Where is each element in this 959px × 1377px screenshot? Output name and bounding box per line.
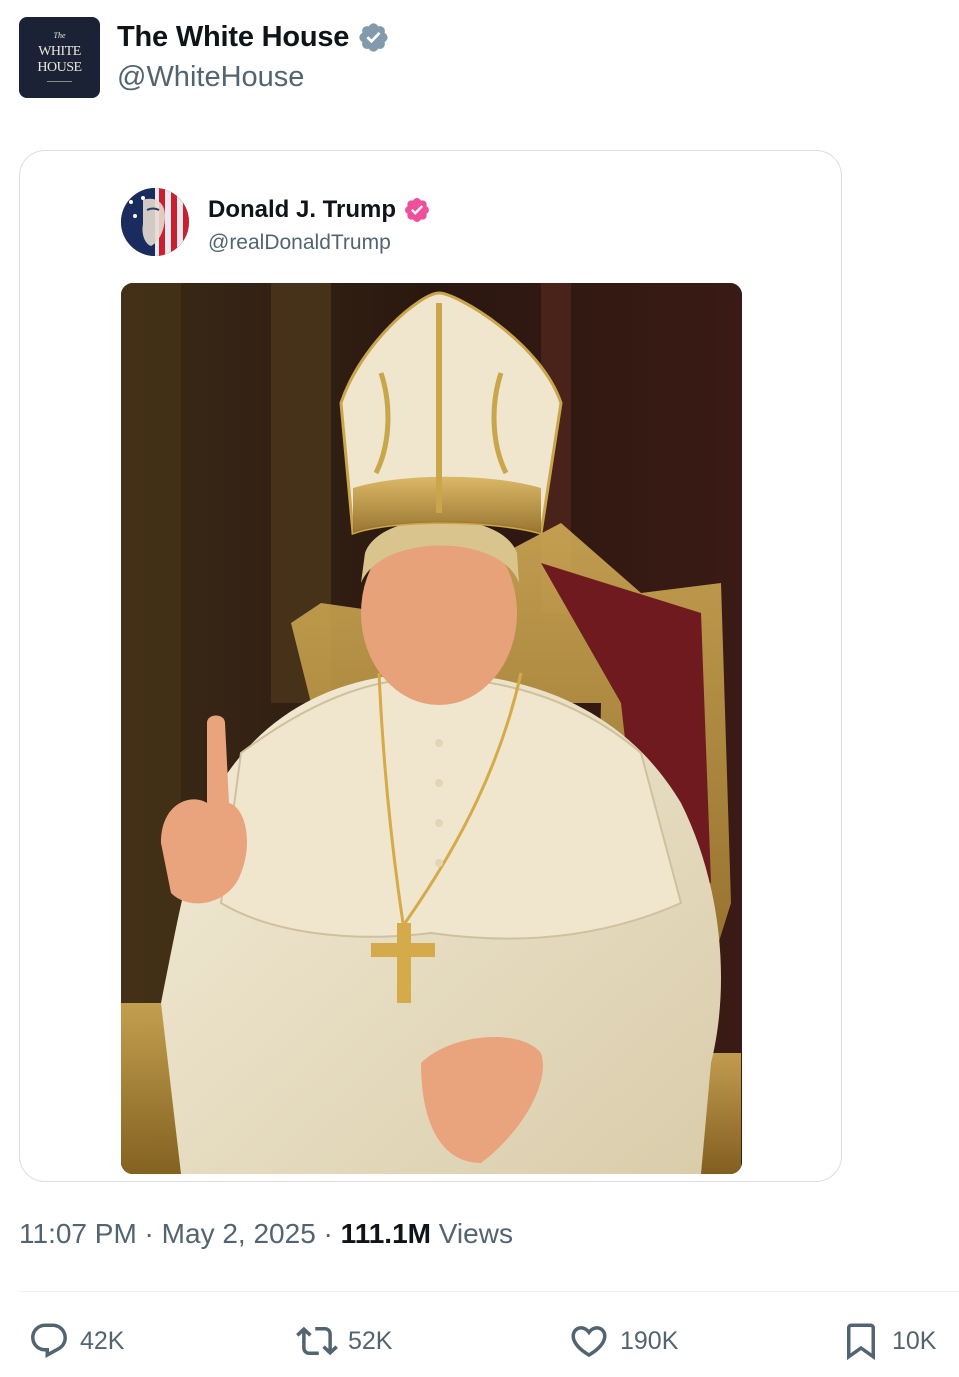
author-name-row[interactable]: The White House	[117, 19, 390, 55]
repost-button[interactable]: 52K	[296, 1313, 392, 1369]
author-display-name[interactable]: The White House	[117, 21, 349, 54]
quoted-post-image[interactable]	[121, 283, 742, 1174]
reply-button[interactable]: 42K	[28, 1313, 124, 1369]
verified-badge-icon	[359, 22, 388, 52]
white-house-avatar[interactable]: The WHITE HOUSE	[19, 17, 100, 98]
bookmark-count: 10K	[892, 1326, 937, 1355]
bookmark-icon	[847, 1323, 875, 1361]
reply-icon	[31, 1323, 67, 1358]
repost-icon	[296, 1326, 338, 1356]
quoted-author-handle[interactable]: @realDonaldTrump	[208, 231, 391, 255]
post-header: The WHITE HOUSE The White House @WhiteHo…	[19, 17, 919, 98]
post-time[interactable]: 11:07 PM	[19, 1218, 137, 1249]
avatar-logo-line1: WHITE	[38, 44, 81, 59]
avatar-logo-line2: HOUSE	[37, 60, 82, 75]
post-date[interactable]: May 2, 2025	[162, 1218, 316, 1249]
quoted-author-display-name[interactable]: Donald J. Trump	[208, 196, 396, 224]
heart-icon	[571, 1326, 607, 1358]
quoted-verified-badge-icon	[405, 198, 429, 222]
views-count: 111.1M	[340, 1218, 431, 1249]
quoted-author-avatar[interactable]	[121, 188, 189, 256]
flag-portrait-avatar-icon	[121, 188, 189, 256]
avatar-logo-the: The	[53, 31, 66, 40]
reply-count: 42K	[80, 1326, 125, 1355]
author-handle[interactable]: @WhiteHouse	[117, 61, 304, 94]
divider	[19, 1291, 959, 1292]
ai-portrait-image-icon	[121, 283, 742, 1174]
meta-separator: ·	[136, 1218, 162, 1249]
bookmark-button[interactable]: 10K	[840, 1313, 936, 1369]
repost-count: 52K	[348, 1326, 393, 1355]
like-button[interactable]: 190K	[568, 1313, 678, 1369]
post-action-bar: 42K 52K 190K 10K	[0, 1313, 959, 1369]
views-label: Views	[438, 1218, 513, 1249]
quoted-author-name-row[interactable]: Donald J. Trump	[208, 194, 431, 226]
quoted-post-card[interactable]: Donald J. Trump @realDonaldTrump	[19, 150, 842, 1182]
like-count: 190K	[620, 1326, 679, 1355]
avatar-logo-rule	[47, 81, 72, 82]
post-meta: 11:07 PM · May 2, 2025 · 111.1M Views	[19, 1218, 513, 1250]
meta-separator: ·	[315, 1218, 341, 1249]
